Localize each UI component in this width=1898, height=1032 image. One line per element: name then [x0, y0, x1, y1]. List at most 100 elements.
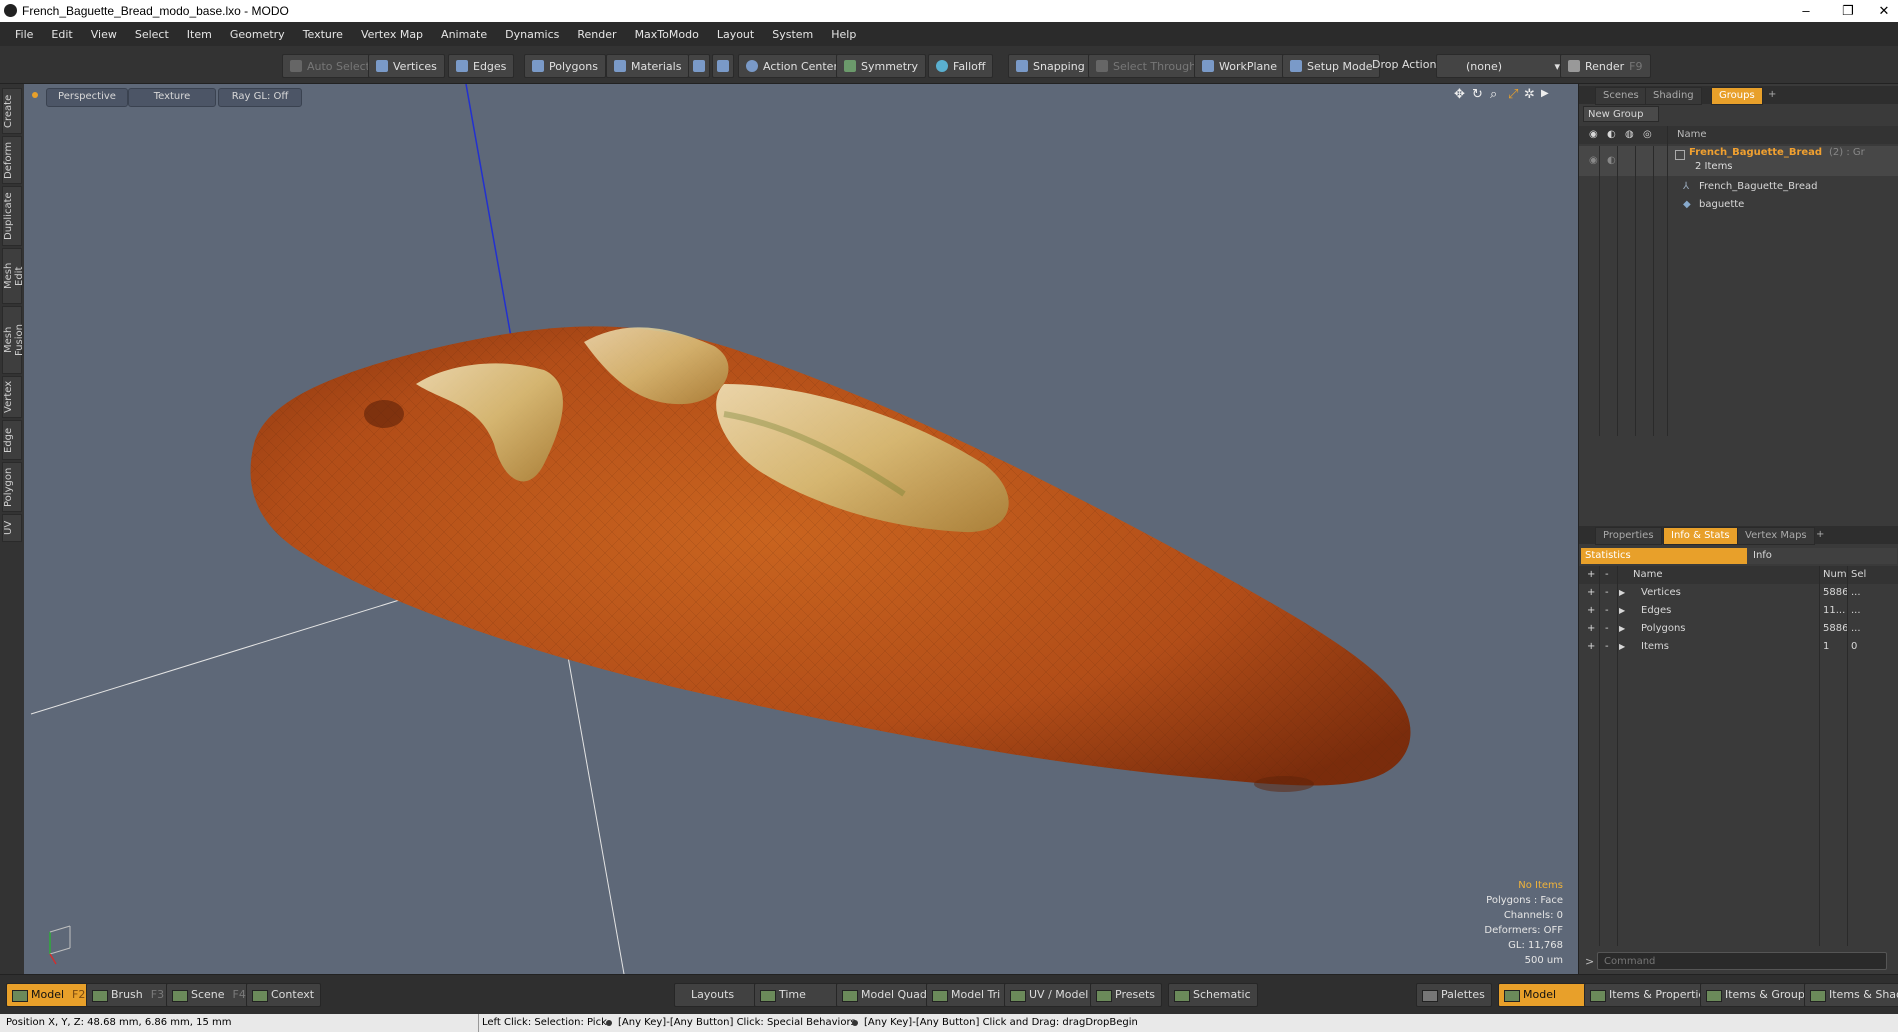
new-group-button[interactable]: New Group	[1583, 106, 1659, 122]
symmetry-button[interactable]: Symmetry	[836, 54, 927, 78]
tab-groups[interactable]: Groups	[1711, 87, 1763, 105]
model-layout-button[interactable]: Model F2	[6, 983, 93, 1007]
tab-scenes[interactable]: Scenes	[1595, 87, 1647, 105]
menu-geometry[interactable]: Geometry	[221, 28, 294, 41]
palettes-button[interactable]: Palettes	[1416, 983, 1492, 1007]
tab-vertex-maps[interactable]: Vertex Maps	[1737, 527, 1815, 545]
context-layout-button[interactable]: Context	[246, 983, 322, 1007]
group-child-row[interactable]: ◆ baguette	[1579, 196, 1898, 214]
menu-item[interactable]: Item	[178, 28, 221, 41]
items-groups-button[interactable]: Items & Groups	[1700, 983, 1818, 1007]
falloff-button[interactable]: Falloff	[928, 54, 994, 78]
brush-layout-button[interactable]: Brush F3	[86, 983, 172, 1007]
lock-icon[interactable]: ◍	[1625, 126, 1634, 144]
selection-mode-button[interactable]	[688, 54, 710, 78]
close-button[interactable]: ✕	[1862, 0, 1898, 22]
tab-polygon[interactable]: Polygon	[2, 462, 22, 512]
tab-properties[interactable]: Properties	[1595, 527, 1662, 545]
group-visibility-icon[interactable]: ◉	[1589, 152, 1598, 170]
tab-create[interactable]: Create	[2, 88, 22, 134]
materials-button[interactable]: Materials	[606, 54, 690, 78]
group-render-icon[interactable]: ◐	[1607, 152, 1616, 170]
menu-layout[interactable]: Layout	[708, 28, 763, 41]
model-tri-button[interactable]: Model Tri	[926, 983, 1008, 1007]
menu-vertex-map[interactable]: Vertex Map	[352, 28, 432, 41]
expand-arrow-icon[interactable]: ▶	[1619, 602, 1625, 620]
menu-edit[interactable]: Edit	[42, 28, 81, 41]
vertices-button[interactable]: Vertices	[368, 54, 445, 78]
edges-button[interactable]: Edges	[448, 54, 515, 78]
drop-action-select[interactable]: (none) ▾	[1436, 54, 1568, 78]
expand-all-icon[interactable]: +	[1587, 566, 1595, 584]
table-row[interactable]: + - ▶ Vertices 5886 ...	[1579, 584, 1898, 602]
subtab-info[interactable]: Info	[1747, 548, 1897, 564]
setup-mode-button[interactable]: Setup Mode	[1282, 54, 1381, 78]
tab-edge[interactable]: Edge	[2, 420, 22, 460]
menu-system[interactable]: System	[763, 28, 822, 41]
menu-view[interactable]: View	[82, 28, 126, 41]
symmetry-icon	[844, 60, 856, 72]
command-input[interactable]	[1597, 952, 1887, 970]
plus-icon[interactable]: +	[1587, 620, 1595, 638]
select-toggle-icon[interactable]: ◎	[1643, 126, 1652, 144]
group-child-row[interactable]: ⅄ French_Baguette_Bread	[1579, 178, 1898, 196]
menu-maxtomodo[interactable]: MaxToModo	[626, 28, 708, 41]
plus-icon[interactable]: +	[1587, 602, 1595, 620]
expand-arrow-icon[interactable]: ▶	[1619, 584, 1625, 602]
selection-mode-alt-button[interactable]	[712, 54, 734, 78]
render-button[interactable]: Render F9	[1560, 54, 1651, 78]
minus-icon[interactable]: -	[1605, 620, 1609, 638]
add-tab-button[interactable]: +	[1809, 527, 1831, 543]
hint-special-behaviors: [Any Key]-[Any Button] Click: Special Be…	[618, 1017, 856, 1028]
plus-icon[interactable]: +	[1587, 638, 1595, 656]
render-toggle-icon[interactable]: ◐	[1607, 126, 1616, 144]
tab-info-stats[interactable]: Info & Stats	[1663, 527, 1738, 545]
collapse-all-icon[interactable]: -	[1605, 566, 1609, 584]
group-row-french-baguette[interactable]: ◉ ◐ French_Baguette_Bread (2) : Gr 2 Ite…	[1579, 146, 1898, 176]
table-row[interactable]: + - ▶ Edges 11... ...	[1579, 602, 1898, 620]
items-shading-button[interactable]: Items & Shadin	[1804, 983, 1898, 1007]
tab-vertex[interactable]: Vertex	[2, 376, 22, 418]
snapping-button[interactable]: Snapping	[1008, 54, 1093, 78]
subtab-statistics[interactable]: Statistics	[1581, 548, 1747, 564]
tab-shading[interactable]: Shading	[1645, 87, 1702, 105]
minus-icon[interactable]: -	[1605, 584, 1609, 602]
baguette-mesh[interactable]	[250, 326, 1411, 792]
schematic-layout-button[interactable]: Schematic	[1168, 983, 1258, 1007]
items-properties-button[interactable]: Items & Properties	[1584, 983, 1718, 1007]
model-quad-button[interactable]: Model Quad	[836, 983, 934, 1007]
menu-select[interactable]: Select	[126, 28, 178, 41]
tab-mesh-fusion[interactable]: Mesh Fusion	[2, 306, 25, 374]
auto-select-button[interactable]: Auto Select	[282, 54, 378, 78]
3d-viewport[interactable]: Perspective Texture Ray GL: Off ✥ ↻ ⌕ ⤢ …	[24, 84, 1578, 974]
presets-layout-button[interactable]: Presets	[1090, 983, 1163, 1007]
action-center-button[interactable]: Action Center	[738, 54, 846, 78]
menu-animate[interactable]: Animate	[432, 28, 496, 41]
menu-texture[interactable]: Texture	[294, 28, 352, 41]
menu-file[interactable]: File	[6, 28, 42, 41]
minimize-button[interactable]: –	[1784, 0, 1828, 22]
plus-icon[interactable]: +	[1587, 584, 1595, 602]
menu-help[interactable]: Help	[822, 28, 865, 41]
select-through-button[interactable]: Select Through	[1088, 54, 1205, 78]
tab-uv[interactable]: UV	[2, 514, 22, 542]
visibility-icon[interactable]: ◉	[1589, 126, 1598, 144]
add-tab-button[interactable]: +	[1761, 87, 1783, 103]
workplane-button[interactable]: WorkPlane	[1194, 54, 1286, 78]
layout-icon	[1810, 990, 1826, 1002]
tab-mesh-edit[interactable]: Mesh Edit	[2, 248, 25, 304]
table-row[interactable]: + - ▶ Polygons 5886 ...	[1579, 620, 1898, 638]
minus-icon[interactable]: -	[1605, 638, 1609, 656]
minus-icon[interactable]: -	[1605, 602, 1609, 620]
tab-deform[interactable]: Deform	[2, 136, 22, 184]
polygons-icon	[532, 60, 544, 72]
expand-arrow-icon[interactable]: ▶	[1619, 638, 1625, 656]
polygons-button[interactable]: Polygons	[524, 54, 606, 78]
scene-layout-button[interactable]: Scene F4	[166, 983, 253, 1007]
tab-duplicate[interactable]: Duplicate	[2, 186, 22, 246]
uv-model-button[interactable]: UV / Model	[1004, 983, 1096, 1007]
table-row[interactable]: + - ▶ Items 1 0	[1579, 638, 1898, 656]
menu-render[interactable]: Render	[568, 28, 625, 41]
expand-arrow-icon[interactable]: ▶	[1619, 620, 1625, 638]
menu-dynamics[interactable]: Dynamics	[496, 28, 568, 41]
